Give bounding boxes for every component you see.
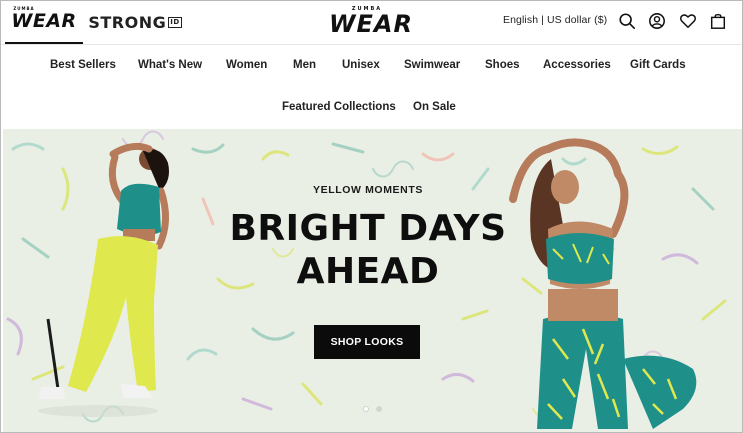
top-bar: ZUMBA WEAR STRONG ID ZUMBA WEAR English … [1,1,742,45]
nav-item-featured-collections[interactable]: Featured Collections [282,101,396,113]
shopping-bag-icon[interactable] [708,11,728,31]
hero-headline: BRIGHT DAYS AHEAD [203,207,533,293]
site-logo[interactable]: ZUMBA WEAR [329,6,412,40]
nav-item-accessories[interactable]: Accessories [543,59,611,71]
nav-item-unisex[interactable]: Unisex [342,59,380,71]
shop-looks-button[interactable]: SHOP LOOKS [314,325,420,359]
search-icon[interactable] [617,11,637,31]
nav-item-swimwear[interactable]: Swimwear [404,59,460,71]
zumba-wear-logo: ZUMBA WEAR [11,6,77,32]
nav-row-primary: Best Sellers What's New Women Men Unisex… [1,59,742,79]
nav-item-shoes[interactable]: Shoes [485,59,520,71]
hero-headline-line-1: BRIGHT DAYS [229,208,507,249]
brand-tab-strong-id[interactable]: STRONG ID [88,1,182,44]
hero-headline-line-2: AHEAD [296,251,440,292]
nav-item-on-sale[interactable]: On Sale [413,101,456,113]
nav-item-women[interactable]: Women [226,59,267,71]
carousel-dot-2[interactable] [376,406,382,412]
brand-tab-zumba-wear[interactable]: ZUMBA WEAR [5,1,83,44]
nav-row-secondary: Featured Collections On Sale [1,101,742,121]
nav-item-men[interactable]: Men [293,59,316,71]
strong-id-logo: STRONG ID [88,13,182,32]
hero-eyebrow: YELLOW MOMENTS [313,184,423,196]
wishlist-heart-icon[interactable] [678,11,698,31]
page: ZUMBA WEAR STRONG ID ZUMBA WEAR English … [0,0,743,433]
carousel-dot-1[interactable] [363,406,369,412]
nav-item-best-sellers[interactable]: Best Sellers [50,59,116,71]
locale-currency-selector[interactable]: English | US dollar ($) [503,14,607,26]
nav-item-gift-cards[interactable]: Gift Cards [630,59,686,71]
account-icon[interactable] [647,11,667,31]
hero-banner[interactable]: YELLOW MOMENTS BRIGHT DAYS AHEAD SHOP LO… [3,129,742,432]
main-navigation: Best Sellers What's New Women Men Unisex… [1,45,742,129]
nav-item-whats-new[interactable]: What's New [138,59,202,71]
